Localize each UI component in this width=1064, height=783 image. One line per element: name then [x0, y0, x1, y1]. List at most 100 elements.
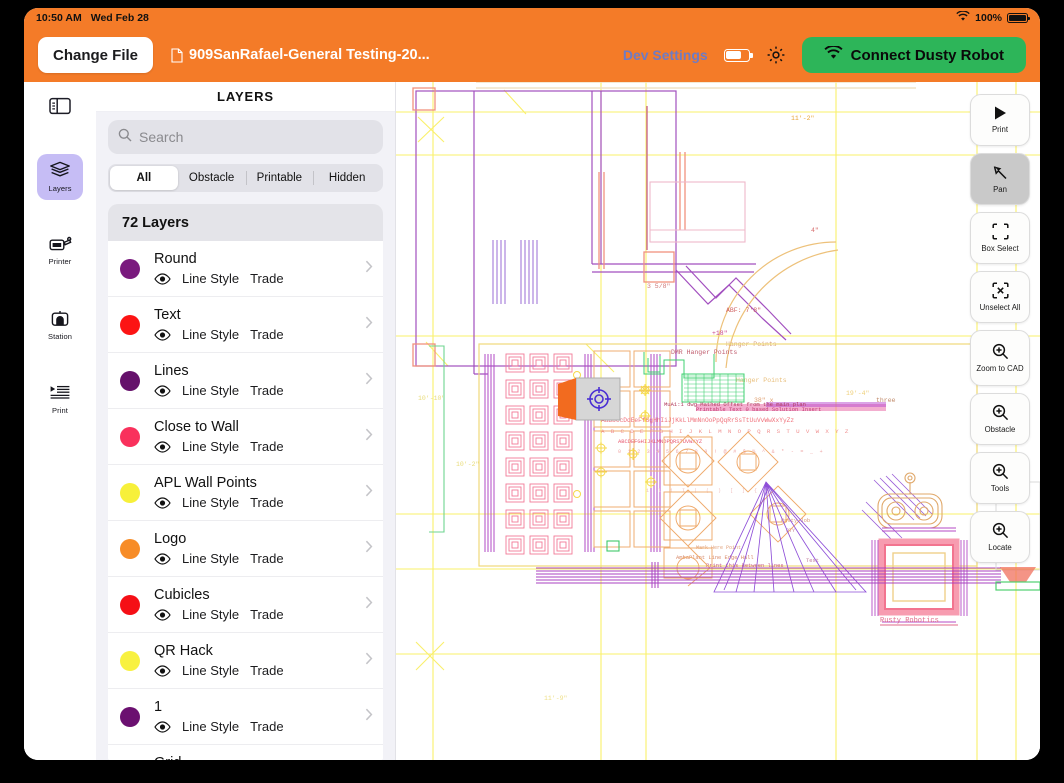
- line-style-label[interactable]: Line Style: [182, 271, 239, 286]
- filter-tab-hidden[interactable]: Hidden: [313, 166, 381, 190]
- magnifier-plus-icon: [992, 343, 1009, 363]
- tool-box-select-button[interactable]: Box Select: [970, 212, 1030, 264]
- layer-row[interactable]: APL Wall Points Line Style Trade: [108, 465, 383, 521]
- layer-color-swatch[interactable]: [120, 706, 140, 727]
- tool-pan-button[interactable]: Pan: [970, 153, 1030, 205]
- chevron-right-icon[interactable]: [365, 428, 373, 445]
- eye-icon[interactable]: [154, 720, 171, 733]
- sidebar-item-label: Station: [47, 331, 73, 341]
- trade-label[interactable]: Trade: [250, 719, 283, 734]
- line-style-label[interactable]: Line Style: [182, 663, 239, 678]
- cad-logo-label: Rusty Robotics: [880, 617, 939, 625]
- filter-tab-all[interactable]: All: [110, 166, 178, 190]
- chevron-right-icon[interactable]: [365, 372, 373, 389]
- trade-label[interactable]: Trade: [250, 495, 283, 510]
- line-style-label[interactable]: Line Style: [182, 495, 239, 510]
- cad-font-sample: 0 1 2 3 4 5 6 7 8 9 ! @ # $ % ^ & * - = …: [618, 449, 824, 455]
- eye-icon[interactable]: [154, 328, 171, 341]
- trade-label[interactable]: Trade: [250, 439, 283, 454]
- chevron-right-icon[interactable]: [365, 708, 373, 725]
- ipad-device: 10:50 AM Wed Feb 28 100% Change File 909…: [0, 0, 1064, 783]
- layer-row[interactable]: Lines Line Style Trade: [108, 353, 383, 409]
- layer-list[interactable]: Round Line Style Trade Text Line Style Trade L…: [108, 241, 383, 760]
- layer-row[interactable]: Round Line Style Trade: [108, 241, 383, 297]
- sidebar-toggle-icon-button[interactable]: [37, 88, 83, 126]
- box-select-icon: [991, 223, 1009, 243]
- chevron-right-icon[interactable]: [365, 540, 373, 557]
- app-toolbar: Change File 909SanRafael-General Testing…: [24, 28, 1040, 82]
- layer-color-swatch[interactable]: [120, 594, 140, 615]
- printer-icon: [49, 236, 72, 256]
- layer-color-swatch[interactable]: [120, 426, 140, 447]
- layer-color-swatch[interactable]: [120, 314, 140, 335]
- chevron-right-icon[interactable]: [365, 260, 373, 277]
- current-file-chip[interactable]: 909SanRafael-General Testing-20...: [171, 47, 430, 63]
- chevron-right-icon[interactable]: [365, 316, 373, 333]
- eye-icon[interactable]: [154, 552, 171, 565]
- main-body: Layers Printer Station Print LAYERS Sear…: [24, 82, 1040, 760]
- line-style-label[interactable]: Line Style: [182, 383, 239, 398]
- filter-tab-obstacle[interactable]: Obstacle: [178, 166, 246, 190]
- layer-row[interactable]: 1 Line Style Trade: [108, 689, 383, 745]
- trade-label[interactable]: Trade: [250, 383, 283, 398]
- sidebar-item-station[interactable]: Station: [37, 302, 83, 348]
- layer-color-swatch[interactable]: [120, 538, 140, 559]
- tool-unselect-all-button[interactable]: Unselect All: [970, 271, 1030, 323]
- line-style-label[interactable]: Line Style: [182, 439, 239, 454]
- change-file-button[interactable]: Change File: [38, 37, 154, 73]
- layer-row[interactable]: Text Line Style Trade: [108, 297, 383, 353]
- cad-dim-label: ABF: 7'8": [726, 307, 761, 314]
- layer-color-swatch[interactable]: [120, 482, 140, 503]
- layer-row[interactable]: Close to Wall Line Style Trade: [108, 409, 383, 465]
- layer-row[interactable]: Logo Line Style Trade: [108, 521, 383, 577]
- magnifier-plus-icon: [992, 522, 1009, 542]
- chevron-right-icon[interactable]: [365, 652, 373, 669]
- layer-name-label: APL Wall Points: [154, 475, 257, 491]
- eye-icon[interactable]: [154, 496, 171, 509]
- chevron-right-icon[interactable]: [365, 484, 373, 501]
- gear-icon[interactable]: [766, 45, 786, 65]
- layers-panel: LAYERS All Obstacle: [96, 82, 396, 760]
- eye-icon[interactable]: [154, 272, 171, 285]
- tool-label: Tools: [990, 483, 1010, 493]
- connect-dusty-robot-button[interactable]: Connect Dusty Robot: [801, 37, 1026, 73]
- line-style-label[interactable]: Line Style: [182, 551, 239, 566]
- cad-canvas[interactable]: 11'-2" 4" 10'-10" 3 5/8" ABF: 7'8" +18" …: [396, 82, 1040, 760]
- layer-color-swatch[interactable]: [120, 370, 140, 391]
- eye-icon[interactable]: [154, 608, 171, 621]
- sidebar-item-layers[interactable]: Layers: [37, 154, 83, 200]
- chevron-right-icon[interactable]: [365, 596, 373, 613]
- tool-locate-button[interactable]: Locate: [970, 511, 1030, 563]
- search-input[interactable]: [139, 129, 373, 145]
- trade-label[interactable]: Trade: [250, 551, 283, 566]
- tool-tools-button[interactable]: Tools: [970, 452, 1030, 504]
- line-style-label[interactable]: Line Style: [182, 607, 239, 622]
- eye-icon[interactable]: [154, 384, 171, 397]
- document-icon: [171, 47, 183, 63]
- trade-label[interactable]: Trade: [250, 271, 283, 286]
- robot-position-marker: [558, 377, 621, 421]
- app-screen: 10:50 AM Wed Feb 28 100% Change File 909…: [24, 8, 1040, 760]
- eye-icon[interactable]: [154, 664, 171, 677]
- layer-search-box[interactable]: [108, 120, 383, 154]
- layer-color-swatch[interactable]: [120, 258, 140, 279]
- layer-row[interactable]: GridLine StyleTrade: [108, 745, 383, 760]
- tool-zoom-to-cad-button[interactable]: Zoom to CAD: [970, 330, 1030, 386]
- line-style-label[interactable]: Line Style: [182, 327, 239, 342]
- eye-icon[interactable]: [154, 440, 171, 453]
- filter-tab-printable[interactable]: Printable: [245, 166, 314, 190]
- tool-obstacle-button[interactable]: Obstacle: [970, 393, 1030, 445]
- layer-row[interactable]: Cubicles Line Style Trade: [108, 577, 383, 633]
- sidebar-item-printer[interactable]: Printer: [37, 228, 83, 274]
- trade-label[interactable]: Trade: [250, 663, 283, 678]
- tool-print-button[interactable]: Print: [970, 94, 1030, 146]
- layer-color-swatch[interactable]: [120, 650, 140, 671]
- sidebar-toggle-icon: [49, 97, 71, 118]
- sidebar-item-print[interactable]: Print: [37, 376, 83, 422]
- line-style-label[interactable]: Line Style: [182, 719, 239, 734]
- tool-label: Box Select: [981, 243, 1019, 253]
- trade-label[interactable]: Trade: [250, 607, 283, 622]
- layer-row[interactable]: QR Hack Line Style Trade: [108, 633, 383, 689]
- trade-label[interactable]: Trade: [250, 327, 283, 342]
- dev-settings-button[interactable]: Dev Settings: [623, 47, 708, 63]
